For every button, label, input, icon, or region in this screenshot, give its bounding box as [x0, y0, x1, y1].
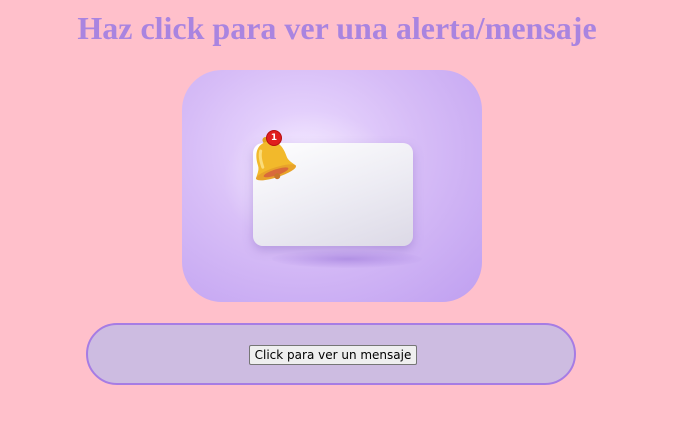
- action-panel: Click para ver un mensaje: [86, 323, 576, 385]
- page-title: Haz click para ver una alerta/mensaje: [77, 10, 597, 46]
- notification-badge: 1: [266, 130, 282, 146]
- show-message-button[interactable]: Click para ver un mensaje: [249, 345, 417, 365]
- hero-image: 1: [182, 70, 482, 302]
- hero-shadow: [272, 250, 422, 268]
